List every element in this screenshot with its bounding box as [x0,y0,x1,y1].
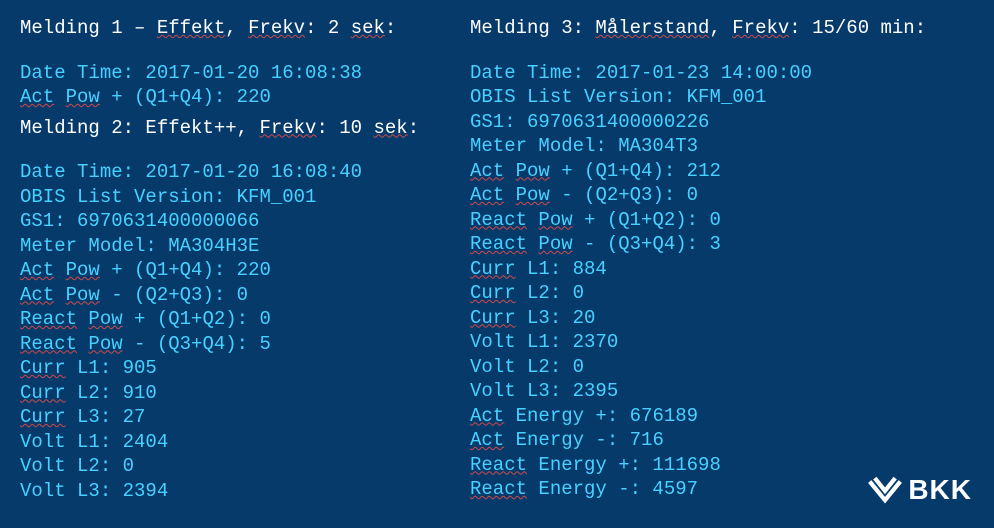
m3-curr-l1: Curr L1: 884 [470,257,970,282]
m2-curr-l3: Curr L3: 27 [20,405,470,430]
m3-react-pow-plus: React Pow + (Q1+Q2): 0 [470,208,970,233]
m3-curr-l3: Curr L3: 20 [470,306,970,331]
m2-curr-l2: Curr L2: 910 [20,381,470,406]
m2-volt-l2: Volt L2: 0 [20,454,470,479]
m3-meter-model: Meter Model: MA304T3 [470,134,970,159]
column-left: Melding 1 – Effekt, Frekv: 2 sek: Date T… [20,16,470,503]
melding3-title: Melding 3: Målerstand, Frekv: 15/60 min: [470,16,970,41]
m2-meter-model: Meter Model: MA304H3E [20,234,470,259]
bkk-logo: BKK [868,474,972,506]
m3-act-energy-minus: Act Energy -: 716 [470,428,970,453]
m3-act-energy-plus: Act Energy +: 676189 [470,404,970,429]
m3-obis: OBIS List Version: KFM_001 [470,85,970,110]
m1-datetime: Date Time: 2017-01-20 16:08:38 [20,61,470,86]
m2-act-pow-minus: Act Pow - (Q2+Q3): 0 [20,283,470,308]
melding1-title: Melding 1 – Effekt, Frekv: 2 sek: [20,16,470,41]
m2-react-pow-minus: React Pow - (Q3+Q4): 5 [20,332,470,357]
m3-act-pow-plus: Act Pow + (Q1+Q4): 212 [470,159,970,184]
column-right: Melding 3: Målerstand, Frekv: 15/60 min:… [470,16,970,503]
m3-volt-l3: Volt L3: 2395 [470,379,970,404]
m3-volt-l2: Volt L2: 0 [470,355,970,380]
m3-curr-l2: Curr L2: 0 [470,281,970,306]
m2-obis: OBIS List Version: KFM_001 [20,185,470,210]
melding2-title: Melding 2: Effekt++, Frekv: 10 sek: [20,116,470,141]
m2-datetime: Date Time: 2017-01-20 16:08:40 [20,160,470,185]
bkk-logo-icon [868,476,902,504]
m2-react-pow-plus: React Pow + (Q1+Q2): 0 [20,307,470,332]
m2-curr-l1: Curr L1: 905 [20,356,470,381]
m2-gs1: GS1: 6970631400000066 [20,209,470,234]
m3-react-pow-minus: React Pow - (Q3+Q4): 3 [470,232,970,257]
m2-volt-l3: Volt L3: 2394 [20,479,470,504]
m3-gs1: GS1: 6970631400000226 [470,110,970,135]
m3-volt-l1: Volt L1: 2370 [470,330,970,355]
m2-volt-l1: Volt L1: 2404 [20,430,470,455]
bkk-logo-text: BKK [908,474,972,506]
m1-act-pow-plus: Act Pow + (Q1+Q4): 220 [20,85,470,110]
m3-datetime: Date Time: 2017-01-23 14:00:00 [470,61,970,86]
m2-act-pow-plus: Act Pow + (Q1+Q4): 220 [20,258,470,283]
m3-act-pow-minus: Act Pow - (Q2+Q3): 0 [470,183,970,208]
